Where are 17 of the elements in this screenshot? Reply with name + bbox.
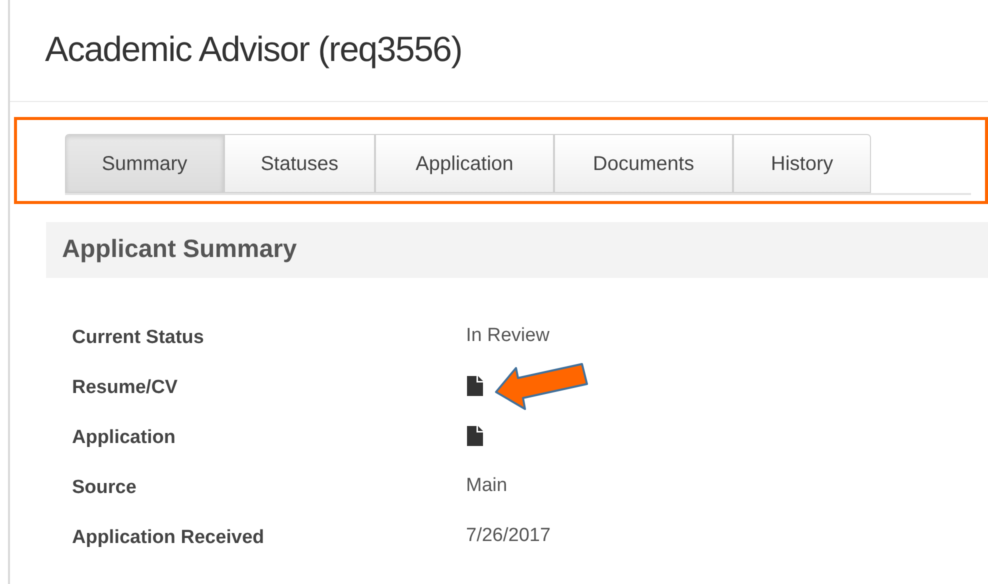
field-value: 7/26/2017 [466, 524, 551, 548]
document-icon[interactable] [466, 375, 484, 397]
document-icon[interactable] [466, 425, 484, 447]
field-label: Application [72, 426, 176, 450]
tab[interactable]: History [733, 134, 871, 193]
field-value: Main [466, 474, 508, 498]
field-label: Resume/CV [72, 376, 179, 400]
tab[interactable]: Documents [554, 134, 733, 193]
tab[interactable]: Summary [65, 134, 224, 193]
tab[interactable]: Statuses [224, 134, 375, 193]
field-value: In Review [466, 324, 550, 348]
tab[interactable]: Application [375, 134, 554, 193]
field-label: Current Status [72, 326, 205, 350]
field-label: Source [72, 476, 138, 500]
field-label: Application Received [72, 526, 266, 550]
page-title: Academic Advisor (req3556) [45, 29, 462, 72]
section-title: Applicant Summary [62, 234, 297, 266]
